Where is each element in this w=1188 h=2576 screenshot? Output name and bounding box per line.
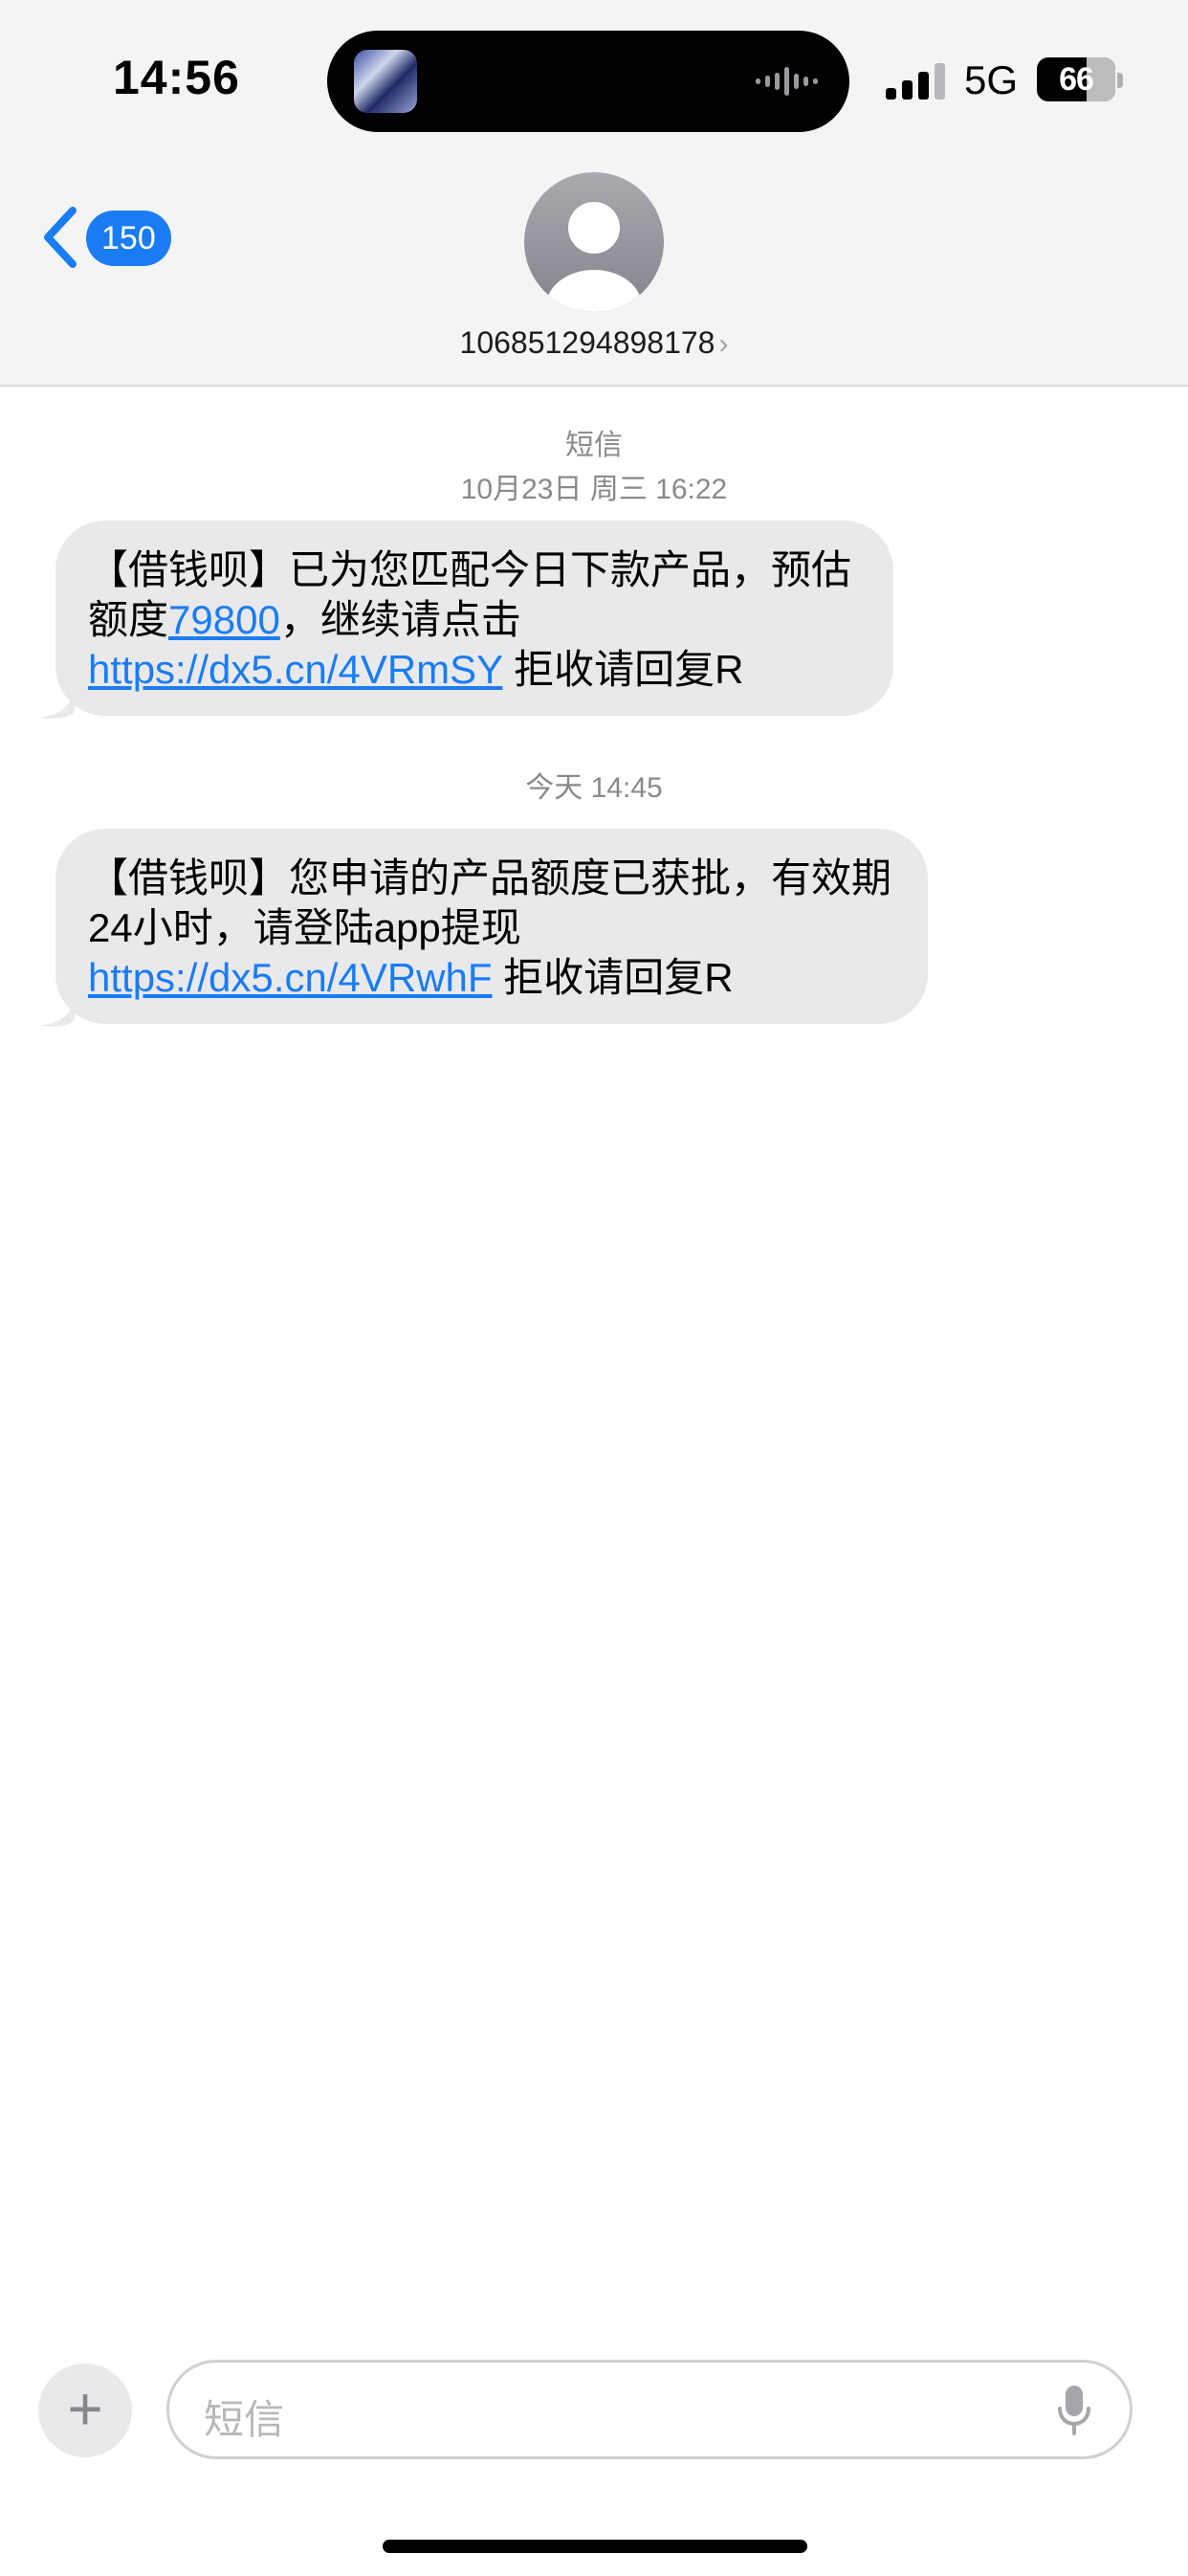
message-input-placeholder: 短信 — [204, 2397, 285, 2442]
plus-icon: + — [67, 2374, 103, 2443]
signal-icon — [886, 63, 945, 100]
message-bubble[interactable]: 【借钱呗】已为您匹配今日下款产品，预估额度79800，继续请点击 https:/… — [55, 521, 893, 716]
message-bubble[interactable]: 【借钱呗】您申请的产品额度已获批，有效期24小时，请登陆app提现 https:… — [55, 829, 928, 1024]
plus-button[interactable]: + — [38, 2364, 132, 2457]
status-time: 14:56 — [113, 51, 240, 104]
amount-link[interactable]: 79800 — [168, 597, 280, 642]
avatar-icon[interactable] — [524, 172, 664, 312]
message-text: 拒收请回复R — [502, 647, 744, 692]
dynamic-island[interactable] — [327, 31, 849, 132]
message-text: 【借钱呗】您申请的产品额度已获批，有效期24小时，请登陆app提现 — [88, 855, 892, 950]
battery-level: 66 — [1059, 61, 1094, 98]
audio-wave-icon — [756, 67, 818, 96]
message-date: 今天 — [525, 772, 583, 804]
contact-chevron-icon: › — [718, 328, 729, 360]
battery-icon: 66 — [1037, 57, 1115, 101]
home-indicator[interactable] — [383, 2540, 807, 2553]
message-input[interactable]: 短信 — [166, 2360, 1133, 2459]
contact-number: 106851294898178 — [459, 325, 715, 360]
network-type: 5G — [964, 57, 1019, 102]
unread-count-badge: 150 — [86, 211, 171, 266]
back-chevron-icon — [44, 207, 77, 268]
now-playing-app-icon — [354, 50, 417, 113]
message-meta: 今天 14:45 — [0, 764, 1188, 806]
message-meta: 短信 10月23日 周三 16:22 — [0, 421, 1188, 507]
message-link[interactable]: https://dx5.cn/4VRmSY — [88, 647, 502, 692]
back-button[interactable]: 150 — [42, 207, 224, 268]
microphone-icon[interactable] — [1057, 2384, 1091, 2437]
message-time: 14:45 — [590, 772, 663, 804]
battery-tip — [1117, 73, 1123, 88]
message-service-label: 短信 — [565, 430, 623, 461]
message-time: 16:22 — [655, 474, 728, 505]
message-date: 10月23日 周三 — [460, 474, 648, 505]
message-link[interactable]: https://dx5.cn/4VRwhF — [88, 955, 493, 1000]
contact-name[interactable]: 106851294898178 › — [0, 325, 1188, 361]
message-text: 拒收请回复R — [492, 955, 734, 1000]
message-text: ，继续请点击 — [279, 597, 521, 642]
